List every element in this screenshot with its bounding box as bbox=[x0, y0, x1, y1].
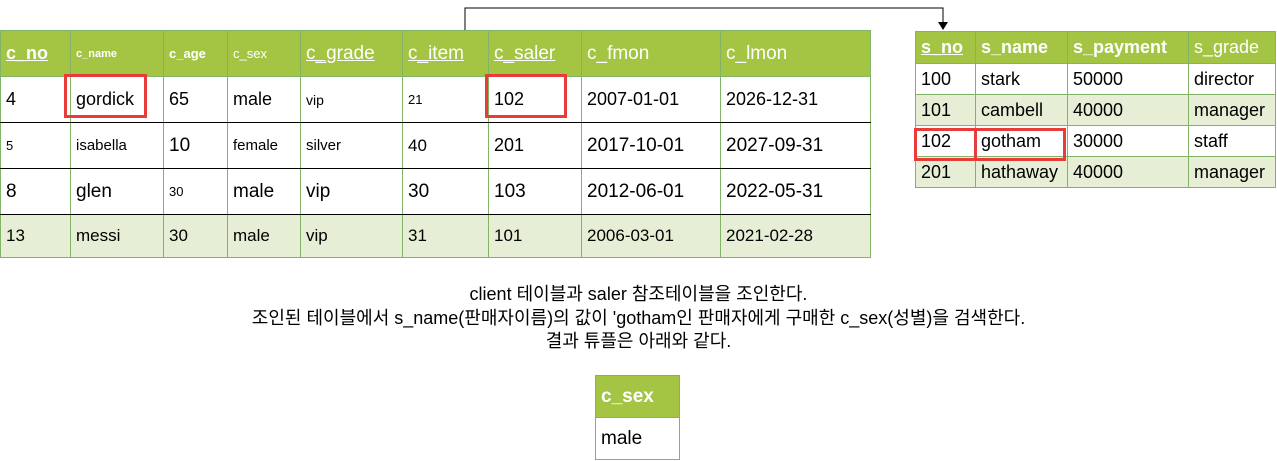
client-cell-c_age: 30 bbox=[163, 214, 228, 258]
client-col-c_name: c_name bbox=[70, 30, 164, 77]
saler-cell-s_grade: director bbox=[1188, 63, 1276, 95]
saler-row-2: 101 cambell 40000 manager bbox=[915, 94, 1276, 126]
client-cell-c_lmon: 2026-12-31 bbox=[720, 76, 871, 123]
saler-col-s_payment: s_payment bbox=[1067, 31, 1189, 64]
client-cell-c_age: 65 bbox=[163, 76, 228, 123]
client-cell-c_age: 10 bbox=[163, 122, 228, 169]
saler-cell-s_no: 101 bbox=[915, 94, 976, 126]
saler-cell-s_grade: manager bbox=[1188, 94, 1276, 126]
client-cell-c_no: 8 bbox=[0, 168, 71, 215]
client-cell-c_item: 21 bbox=[402, 76, 489, 123]
saler-col-s_name: s_name bbox=[975, 31, 1068, 64]
client-cell-c_lmon: 2021-02-28 bbox=[720, 214, 871, 258]
highlight-gordick bbox=[64, 74, 147, 118]
saler-cell-s_grade: staff bbox=[1188, 125, 1276, 157]
client-cell-c_lmon: 2027-09-31 bbox=[720, 122, 871, 169]
client-cell-c_saler: 103 bbox=[488, 168, 582, 215]
saler-cell-s_payment: 40000 bbox=[1067, 94, 1189, 126]
saler-table: s_no s_name s_payment s_grade 100 stark … bbox=[915, 31, 1276, 188]
client-cell-c_saler: 101 bbox=[488, 214, 582, 258]
client-cell-c_sex: male bbox=[227, 214, 301, 258]
client-col-c_saler: c_saler bbox=[488, 30, 582, 77]
client-header-row: c_no c_name c_age c_sex c_grade c_item c… bbox=[0, 30, 871, 77]
highlight-gotham bbox=[974, 128, 1066, 161]
client-cell-c_item: 40 bbox=[402, 122, 489, 169]
saler-cell-s_payment: 40000 bbox=[1067, 156, 1189, 188]
client-cell-c_no: 4 bbox=[0, 76, 71, 123]
client-row-3: 8 glen 30 male vip 30 103 2012-06-01 202… bbox=[0, 168, 871, 215]
result-col-c_sex: c_sex bbox=[595, 375, 680, 418]
client-cell-c_grade: silver bbox=[300, 122, 403, 169]
client-cell-c_fmon: 2007-01-01 bbox=[581, 76, 721, 123]
saler-header-row: s_no s_name s_payment s_grade bbox=[915, 31, 1276, 64]
client-col-c_no: c_no bbox=[0, 30, 71, 77]
saler-cell-s_name: cambell bbox=[975, 94, 1068, 126]
client-cell-c_fmon: 2012-06-01 bbox=[581, 168, 721, 215]
saler-cell-s_grade: manager bbox=[1188, 156, 1276, 188]
client-col-c_grade: c_grade bbox=[300, 30, 403, 77]
client-cell-c_no: 5 bbox=[0, 122, 71, 169]
client-cell-c_saler: 201 bbox=[488, 122, 582, 169]
saler-cell-s_payment: 30000 bbox=[1067, 125, 1189, 157]
client-cell-c_sex: female bbox=[227, 122, 301, 169]
saler-col-s_grade: s_grade bbox=[1188, 31, 1276, 64]
client-cell-c_grade: vip bbox=[300, 168, 403, 215]
saler-col-s_no: s_no bbox=[915, 31, 976, 64]
saler-cell-s_name: hathaway bbox=[975, 156, 1068, 188]
saler-cell-s_payment: 50000 bbox=[1067, 63, 1189, 95]
client-col-c_lmon: c_lmon bbox=[720, 30, 871, 77]
saler-row-1: 100 stark 50000 director bbox=[915, 63, 1276, 95]
client-cell-c_name: glen bbox=[70, 168, 164, 215]
saler-cell-s_no: 201 bbox=[915, 156, 976, 188]
saler-row-4: 201 hathaway 40000 manager bbox=[915, 156, 1276, 188]
client-col-c_fmon: c_fmon bbox=[581, 30, 721, 77]
saler-cell-s_name: stark bbox=[975, 63, 1068, 95]
saler-cell-s_no: 100 bbox=[915, 63, 976, 95]
client-cell-c_age: 30 bbox=[163, 168, 228, 215]
caption: client 테이블과 saler 참조테이블을 조인한다. 조인된 테이블에서… bbox=[0, 283, 1277, 354]
highlight-c_saler-102 bbox=[485, 74, 567, 118]
client-cell-c_sex: male bbox=[227, 76, 301, 123]
client-cell-c_no: 13 bbox=[0, 214, 71, 258]
client-cell-c_item: 31 bbox=[402, 214, 489, 258]
result-header-row: c_sex bbox=[595, 375, 680, 418]
client-cell-c_name: messi bbox=[70, 214, 164, 258]
client-cell-c_item: 30 bbox=[402, 168, 489, 215]
client-cell-c_lmon: 2022-05-31 bbox=[720, 168, 871, 215]
client-col-c_age: c_age bbox=[163, 30, 228, 77]
client-cell-c_sex: male bbox=[227, 168, 301, 215]
caption-line-1: client 테이블과 saler 참조테이블을 조인한다. bbox=[469, 284, 808, 304]
client-row-2: 5 isabella 10 female silver 40 201 2017-… bbox=[0, 122, 871, 169]
client-cell-c_grade: vip bbox=[300, 214, 403, 258]
result-row: male bbox=[595, 417, 680, 460]
client-cell-c_name: isabella bbox=[70, 122, 164, 169]
client-col-c_sex: c_sex bbox=[227, 30, 301, 77]
client-cell-c_grade: vip bbox=[300, 76, 403, 123]
client-table: c_no c_name c_age c_sex c_grade c_item c… bbox=[0, 30, 871, 258]
client-row-4: 13 messi 30 male vip 31 101 2006-03-01 2… bbox=[0, 214, 871, 258]
client-cell-c_fmon: 2006-03-01 bbox=[581, 214, 721, 258]
result-table: c_sex male bbox=[595, 375, 680, 460]
caption-line-2: 조인된 테이블에서 s_name(판매자이름)의 값이 'gotham인 판매자… bbox=[251, 307, 1026, 328]
highlight-s_no-102 bbox=[914, 128, 977, 161]
client-col-c_item: c_item bbox=[402, 30, 489, 77]
client-cell-c_fmon: 2017-10-01 bbox=[581, 122, 721, 169]
result-cell-c_sex: male bbox=[595, 417, 680, 460]
caption-line-3: 결과 튜플은 아래와 같다. bbox=[545, 331, 732, 351]
